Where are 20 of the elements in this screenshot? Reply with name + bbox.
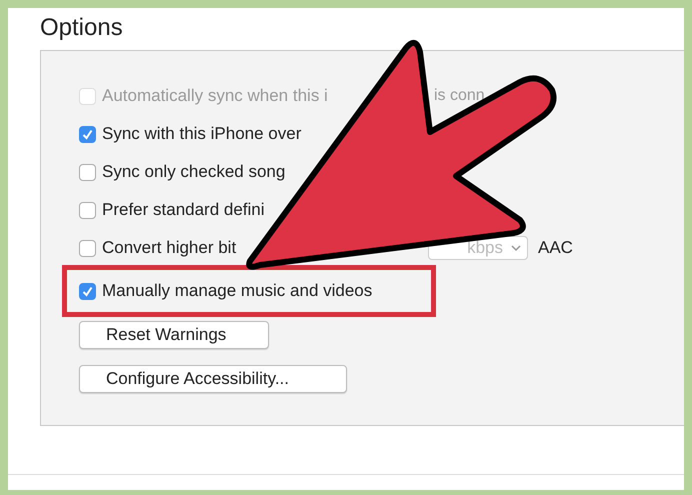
checkbox[interactable] bbox=[79, 240, 96, 256]
option-label: Sync with this iPhone over bbox=[102, 124, 302, 144]
option-label: Prefer standard defini bbox=[102, 200, 265, 220]
option-label: Automatically sync when this i bbox=[102, 86, 328, 106]
checkmark-icon bbox=[82, 286, 93, 296]
option-label: Sync only checked song bbox=[102, 162, 286, 182]
checkmark-icon bbox=[82, 128, 93, 140]
chevron-icon bbox=[511, 244, 521, 252]
checkbox[interactable] bbox=[79, 126, 96, 142]
checkbox[interactable] bbox=[79, 202, 96, 218]
dialog-button[interactable]: Configure Accessibility... bbox=[79, 365, 347, 393]
dropdown-value: kbps bbox=[467, 238, 503, 258]
section-title: Options bbox=[40, 14, 124, 43]
checkbox[interactable] bbox=[79, 282, 96, 300]
option-label: is conn bbox=[434, 87, 485, 105]
format-label: AAC bbox=[538, 238, 573, 258]
dialog-button[interactable]: Reset Warnings bbox=[79, 321, 269, 349]
checkbox[interactable] bbox=[79, 164, 96, 180]
option-label: Manually manage music and videos bbox=[102, 281, 372, 301]
option-label: Convert higher bit bbox=[102, 238, 236, 258]
